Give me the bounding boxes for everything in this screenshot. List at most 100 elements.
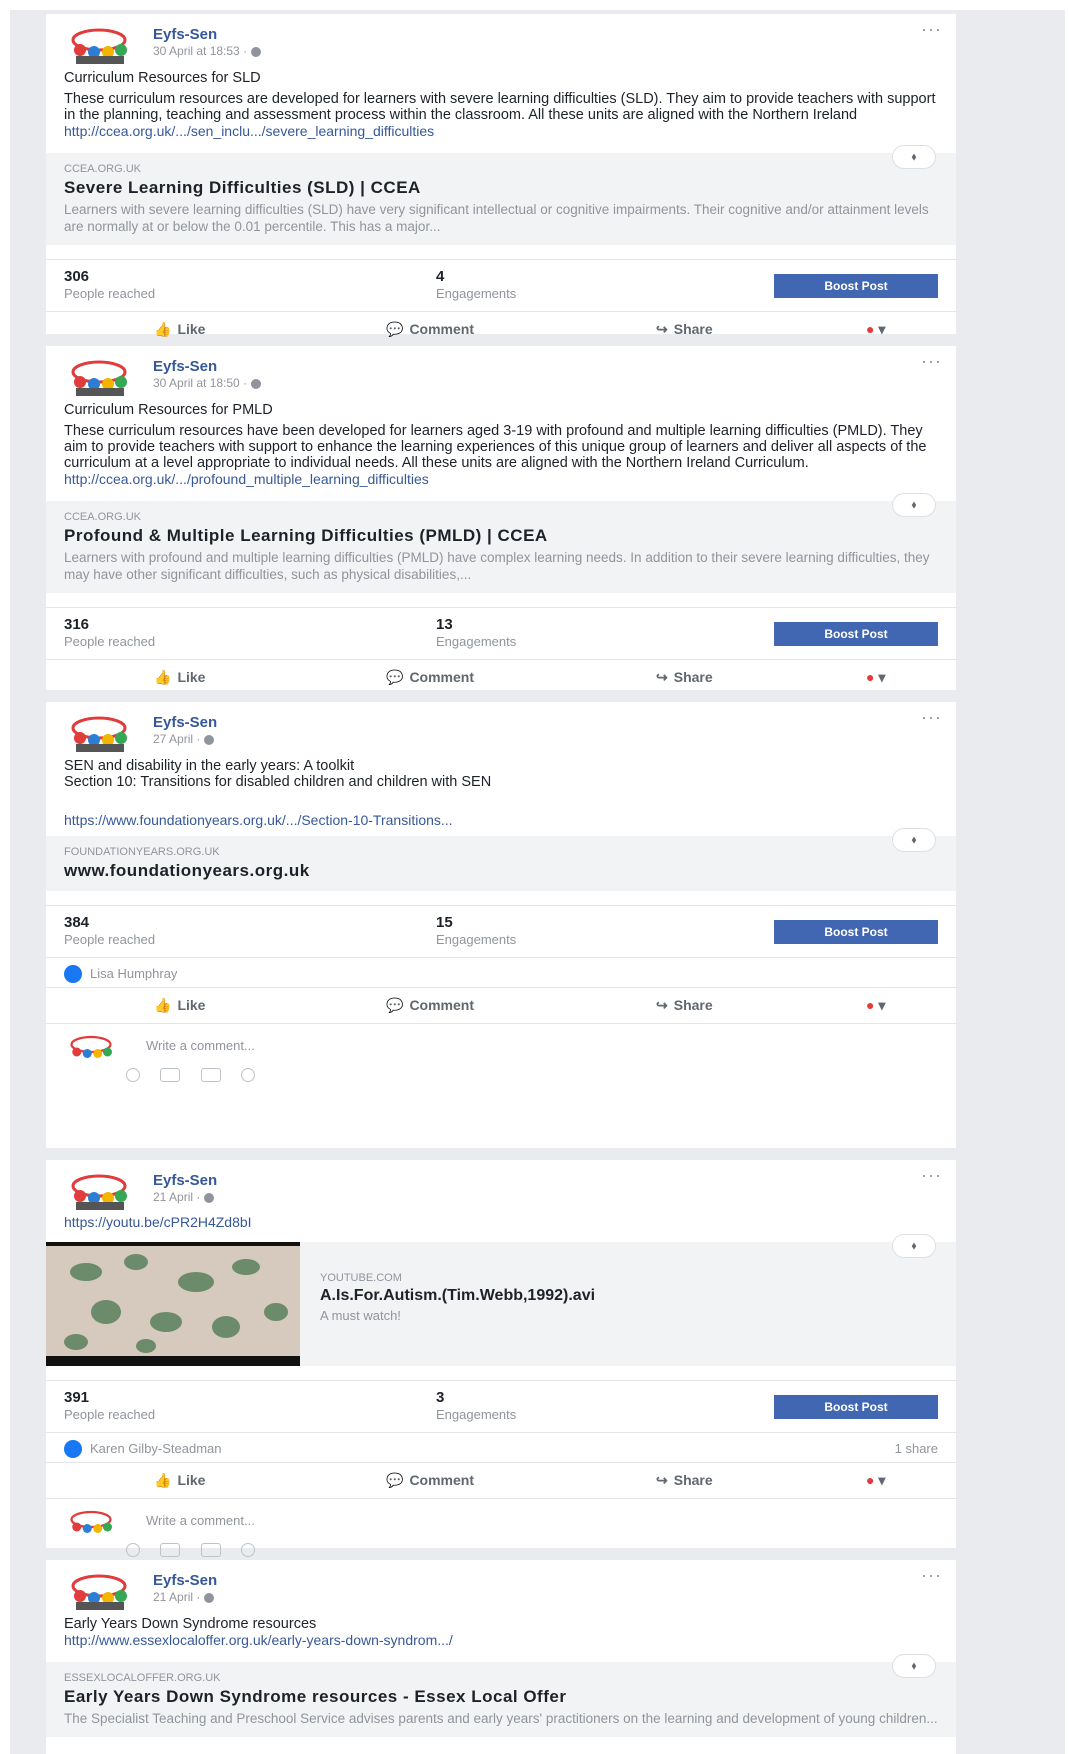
link-preview[interactable]: ⬧ CCEA.ORG.UK Severe Learning Difficulti…	[46, 145, 956, 245]
post-timestamp[interactable]: 30 April at 18:50 ·	[153, 376, 262, 390]
link-preview[interactable]: ⬧ ESSEXLOCALOFFER.ORG.UK Early Years Dow…	[46, 1654, 956, 1737]
like-button[interactable]: 👍 Like	[154, 669, 205, 686]
reactor-name[interactable]: Karen Gilby-Steadman	[90, 1441, 222, 1456]
link-preview[interactable]: ⬧ CCEA.ORG.UK Profound & Multiple Learni…	[46, 493, 956, 593]
comment-button[interactable]: 💬 Comment	[386, 1472, 474, 1489]
pin-icon[interactable]: ⬧	[892, 145, 936, 169]
reactor-name[interactable]: Lisa Humphray	[90, 966, 177, 981]
link-preview[interactable]: ⬧ FOUNDATIONYEARS.ORG.UK www.foundationy…	[46, 828, 956, 891]
preview-title: A.Is.For.Autism.(Tim.Webb,1992).avi	[320, 1287, 596, 1304]
comment-button[interactable]: 💬 Comment	[386, 321, 474, 338]
post-timestamp[interactable]: 27 April ·	[153, 732, 215, 746]
share-button[interactable]: ↪ Share	[656, 1472, 713, 1489]
emoji-icon[interactable]	[126, 1543, 140, 1557]
preview-domain: YOUTUBE.COM	[320, 1272, 402, 1284]
like-button[interactable]: 👍 Like	[154, 321, 205, 338]
page-avatar[interactable]	[64, 26, 134, 66]
post-link[interactable]: https://youtu.be/cPR2H4Zd8bI	[46, 1214, 956, 1230]
post-author[interactable]: Eyfs-Sen	[153, 358, 217, 375]
more-options-icon[interactable]: ···	[921, 708, 942, 726]
post-author[interactable]: Eyfs-Sen	[153, 714, 217, 731]
like-reaction-icon	[64, 1440, 82, 1458]
sticker-icon[interactable]	[241, 1068, 256, 1082]
engagement-stat[interactable]: 4 Engagements	[436, 268, 516, 301]
share-count[interactable]: 1 share	[895, 1441, 938, 1456]
post-author[interactable]: Eyfs-Sen	[153, 1172, 217, 1189]
like-button[interactable]: 👍 Like	[154, 1472, 205, 1489]
post-author[interactable]: Eyfs-Sen	[153, 26, 217, 43]
sticker-icon[interactable]	[241, 1543, 256, 1557]
post-title: Curriculum Resources for PMLD	[64, 402, 273, 418]
post-link[interactable]: http://www.essexlocaloffer.org.uk/early-…	[46, 1632, 956, 1648]
reactions-row[interactable]: Karen Gilby-Steadman 1 share	[46, 1432, 956, 1462]
post-timestamp[interactable]: 21 April ·	[153, 1190, 215, 1204]
engagement-stat[interactable]: 3 Engagements	[436, 1389, 516, 1422]
engagement-stat[interactable]: 15 Engagements	[436, 914, 516, 947]
pin-icon[interactable]: ⬧	[892, 828, 936, 852]
gif-icon[interactable]	[200, 1068, 221, 1082]
thumbs-up-icon: 👍	[154, 321, 172, 337]
post-timestamp[interactable]: 30 April at 18:53 ·	[153, 44, 262, 58]
emoji-icon[interactable]	[126, 1068, 140, 1082]
audience-selector[interactable]: ● ▾	[866, 669, 885, 686]
reach-count: 384	[64, 914, 90, 931]
chevron-down-icon: ▾	[878, 321, 886, 337]
preview-description: Learners with severe learning difficulti…	[64, 202, 929, 234]
preview-domain: ESSEXLOCALOFFER.ORG.UK	[64, 1672, 221, 1684]
more-options-icon[interactable]: ···	[921, 20, 942, 38]
page-avatar[interactable]	[64, 1572, 134, 1612]
reach-stat[interactable]: 391 People reached	[64, 1389, 155, 1422]
video-info: YOUTUBE.COM A.Is.For.Autism.(Tim.Webb,19…	[320, 1272, 595, 1323]
camera-icon[interactable]	[160, 1068, 181, 1082]
reactions-row[interactable]: Lisa Humphray	[46, 957, 956, 987]
engagement-label: Engagements	[436, 932, 517, 947]
pin-icon[interactable]: ⬧	[892, 1654, 936, 1678]
engagement-stat[interactable]: 13 Engagements	[436, 616, 516, 649]
more-options-icon[interactable]: ···	[921, 1566, 942, 1584]
post-insights: 391 People reached 3 Engagements Boost P…	[46, 1380, 956, 1432]
boost-post-button[interactable]: Boost Post	[774, 920, 938, 944]
boost-post-button[interactable]: Boost Post	[774, 274, 938, 298]
chevron-down-icon: ▾	[878, 997, 886, 1013]
post-link[interactable]: http://ccea.org.uk/.../profound_multiple…	[46, 471, 956, 487]
boost-post-button[interactable]: Boost Post	[774, 622, 938, 646]
post-actions: 👍 Like 💬 Comment ↪ Share ● ▾	[46, 311, 956, 347]
boost-post-button[interactable]: Boost Post	[774, 1395, 938, 1419]
comment-input[interactable]: Write a comment...	[146, 1038, 255, 1053]
share-button[interactable]: ↪ Share	[656, 669, 713, 686]
comment-button[interactable]: 💬 Comment	[386, 997, 474, 1014]
post-link[interactable]: http://ccea.org.uk/.../sen_inclu.../seve…	[46, 123, 956, 139]
post-link[interactable]: https://www.foundationyears.org.uk/.../S…	[46, 812, 956, 828]
post-header: Eyfs-Sen 30 April at 18:53 · ···	[46, 14, 956, 66]
pin-icon[interactable]: ⬧	[892, 1234, 936, 1258]
post-timestamp[interactable]: 21 April ·	[153, 1590, 215, 1604]
reach-stat[interactable]: 306 People reached	[64, 268, 155, 301]
post-author[interactable]: Eyfs-Sen	[153, 1572, 217, 1589]
share-button[interactable]: ↪ Share	[656, 997, 713, 1014]
reach-stat[interactable]: 384 People reached	[64, 914, 155, 947]
gif-icon[interactable]	[200, 1543, 221, 1557]
share-button[interactable]: ↪ Share	[656, 321, 713, 338]
post-title: Early Years Down Syndrome resources	[64, 1616, 317, 1632]
post-text: Curriculum Resources for PMLD These curr…	[46, 398, 956, 471]
post-header: Eyfs-Sen 21 April · ···	[46, 1560, 956, 1612]
audience-selector[interactable]: ● ▾	[866, 997, 885, 1014]
camera-icon[interactable]	[160, 1543, 181, 1557]
post-title: Curriculum Resources for SLD	[64, 70, 261, 86]
video-preview[interactable]: ⬧ YOUTUBE.COM A.Is.For.Autism.(Tim.Webb,…	[46, 1234, 956, 1366]
reach-stat[interactable]: 316 People reached	[64, 616, 155, 649]
page-avatar[interactable]	[64, 1172, 134, 1212]
page-avatar[interactable]	[64, 358, 134, 398]
more-options-icon[interactable]: ···	[921, 352, 942, 370]
more-options-icon[interactable]: ···	[921, 1166, 942, 1184]
audience-selector[interactable]: ● ▾	[866, 1472, 885, 1489]
audience-selector[interactable]: ● ▾	[866, 321, 885, 338]
comment-button[interactable]: 💬 Comment	[386, 669, 474, 686]
post-header: Eyfs-Sen 30 April at 18:50 · ···	[46, 346, 956, 398]
post-insights: 316 People reached 13 Engagements Boost …	[46, 607, 956, 659]
page-avatar[interactable]	[64, 714, 134, 754]
like-button[interactable]: 👍 Like	[154, 997, 205, 1014]
video-thumbnail[interactable]	[46, 1242, 300, 1366]
comment-input[interactable]: Write a comment...	[146, 1513, 255, 1528]
pin-icon[interactable]: ⬧	[892, 493, 936, 517]
